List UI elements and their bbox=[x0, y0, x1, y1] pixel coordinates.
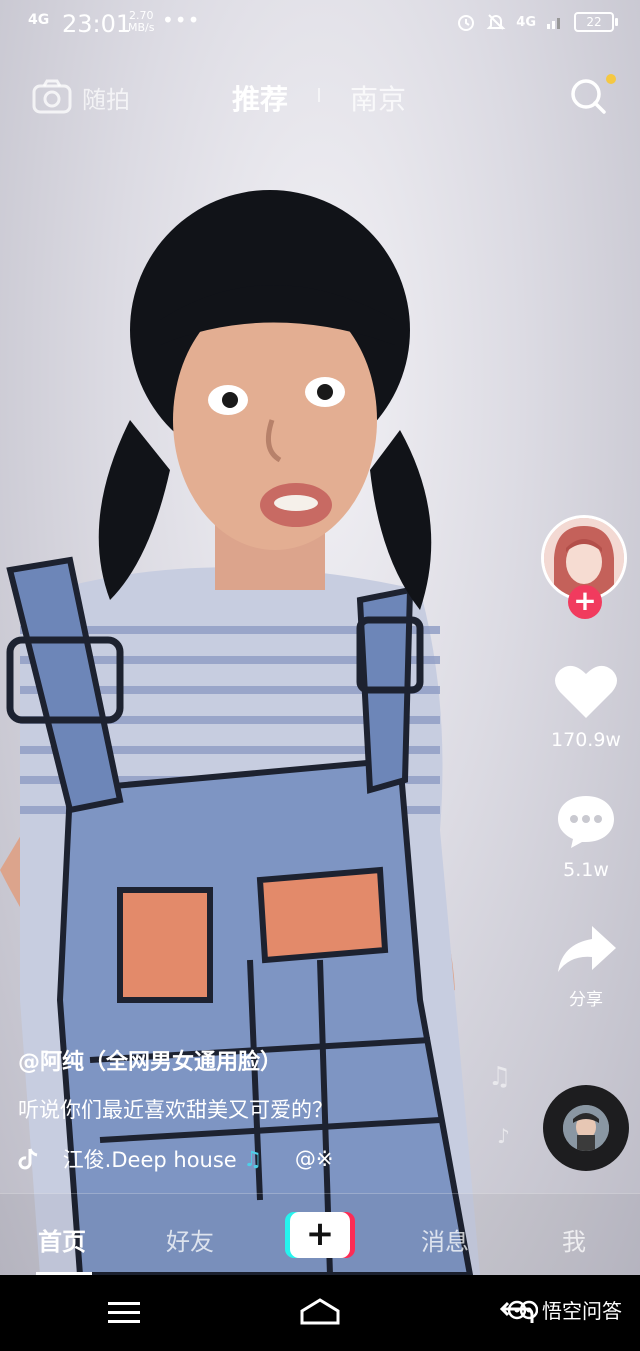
douyin-app: 4G 23:01 2.70 MB/s ••• 4G 22 随拍 推荐 南京 + … bbox=[0, 0, 640, 1351]
floating-note-icon: ♫ bbox=[488, 1062, 512, 1092]
music-note-icon: ♫ bbox=[243, 1147, 263, 1171]
music-ticker[interactable]: 江俊.Deep house ♫ @※ bbox=[18, 1144, 338, 1174]
wukong-logo-icon bbox=[508, 1300, 538, 1319]
tab-home[interactable]: 首页 bbox=[38, 1222, 86, 1257]
tab-recommend[interactable]: 推荐 bbox=[232, 78, 288, 118]
music-name: 江俊.Deep house bbox=[62, 1148, 237, 1172]
signal-icon bbox=[547, 18, 560, 29]
tab-friends[interactable]: 好友 bbox=[166, 1222, 214, 1257]
clock: 23:01 bbox=[62, 10, 132, 38]
plus-icon: + bbox=[290, 1212, 350, 1258]
battery-icon: 22 bbox=[574, 12, 618, 32]
network-indicator: 4G bbox=[28, 12, 50, 28]
tab-messages[interactable]: 消息 bbox=[421, 1222, 469, 1257]
network-speed: 2.70 MB/s bbox=[128, 10, 154, 34]
tiktok-note-icon bbox=[18, 1148, 38, 1170]
author-name[interactable]: @阿纯（全网男女通用脸） bbox=[18, 1044, 282, 1076]
music-handle: @※ bbox=[294, 1147, 334, 1171]
follow-button[interactable]: + bbox=[568, 585, 602, 619]
bottom-tab-bar: 首页 好友 + 消息 我 bbox=[0, 1193, 640, 1276]
watermark-text: 悟空问答 bbox=[542, 1299, 622, 1323]
floating-note-icon-small: ♪ bbox=[497, 1124, 510, 1148]
top-nav: 随拍 推荐 南京 bbox=[0, 72, 640, 122]
like-button[interactable]: 170.9w bbox=[541, 662, 631, 751]
video-description: 听说你们最近喜欢甜美又可爱的？ bbox=[18, 1098, 333, 1122]
wukong-watermark: 悟空问答 bbox=[508, 1295, 622, 1324]
status-icons: 4G 22 bbox=[456, 12, 618, 32]
search-icon[interactable] bbox=[568, 76, 608, 116]
video-frame bbox=[0, 190, 480, 1275]
home-icon[interactable] bbox=[300, 1297, 340, 1327]
share-arrow-icon bbox=[558, 926, 616, 972]
heart-icon bbox=[555, 665, 617, 718]
tab-city[interactable]: 南京 bbox=[350, 78, 406, 118]
quick-shoot-label[interactable]: 随拍 bbox=[82, 80, 130, 115]
camera-icon[interactable] bbox=[32, 78, 72, 114]
tab-me[interactable]: 我 bbox=[562, 1222, 586, 1257]
comment-icon bbox=[558, 796, 614, 848]
disc-cover-image bbox=[563, 1105, 609, 1151]
like-count: 170.9w bbox=[551, 729, 621, 751]
comment-count: 5.1w bbox=[563, 859, 609, 881]
create-button[interactable]: + bbox=[285, 1212, 355, 1258]
share-button[interactable]: 分享 bbox=[541, 922, 631, 1010]
speed-unit: MB/s bbox=[128, 21, 155, 34]
notification-dot bbox=[606, 74, 616, 84]
network-indicator-right: 4G bbox=[516, 14, 536, 30]
comment-button[interactable]: 5.1w bbox=[541, 792, 631, 881]
music-disc[interactable] bbox=[543, 1085, 629, 1171]
more-notifications-icon: ••• bbox=[162, 8, 201, 32]
tab-divider bbox=[318, 88, 320, 102]
status-bar: 4G 23:01 2.70 MB/s ••• 4G 22 bbox=[0, 0, 640, 52]
alarm-icon bbox=[458, 15, 475, 31]
mute-bell-icon bbox=[486, 14, 506, 30]
system-nav-bar: 悟空问答 bbox=[0, 1275, 640, 1351]
share-label: 分享 bbox=[569, 990, 603, 1010]
menu-icon[interactable] bbox=[108, 1301, 140, 1325]
